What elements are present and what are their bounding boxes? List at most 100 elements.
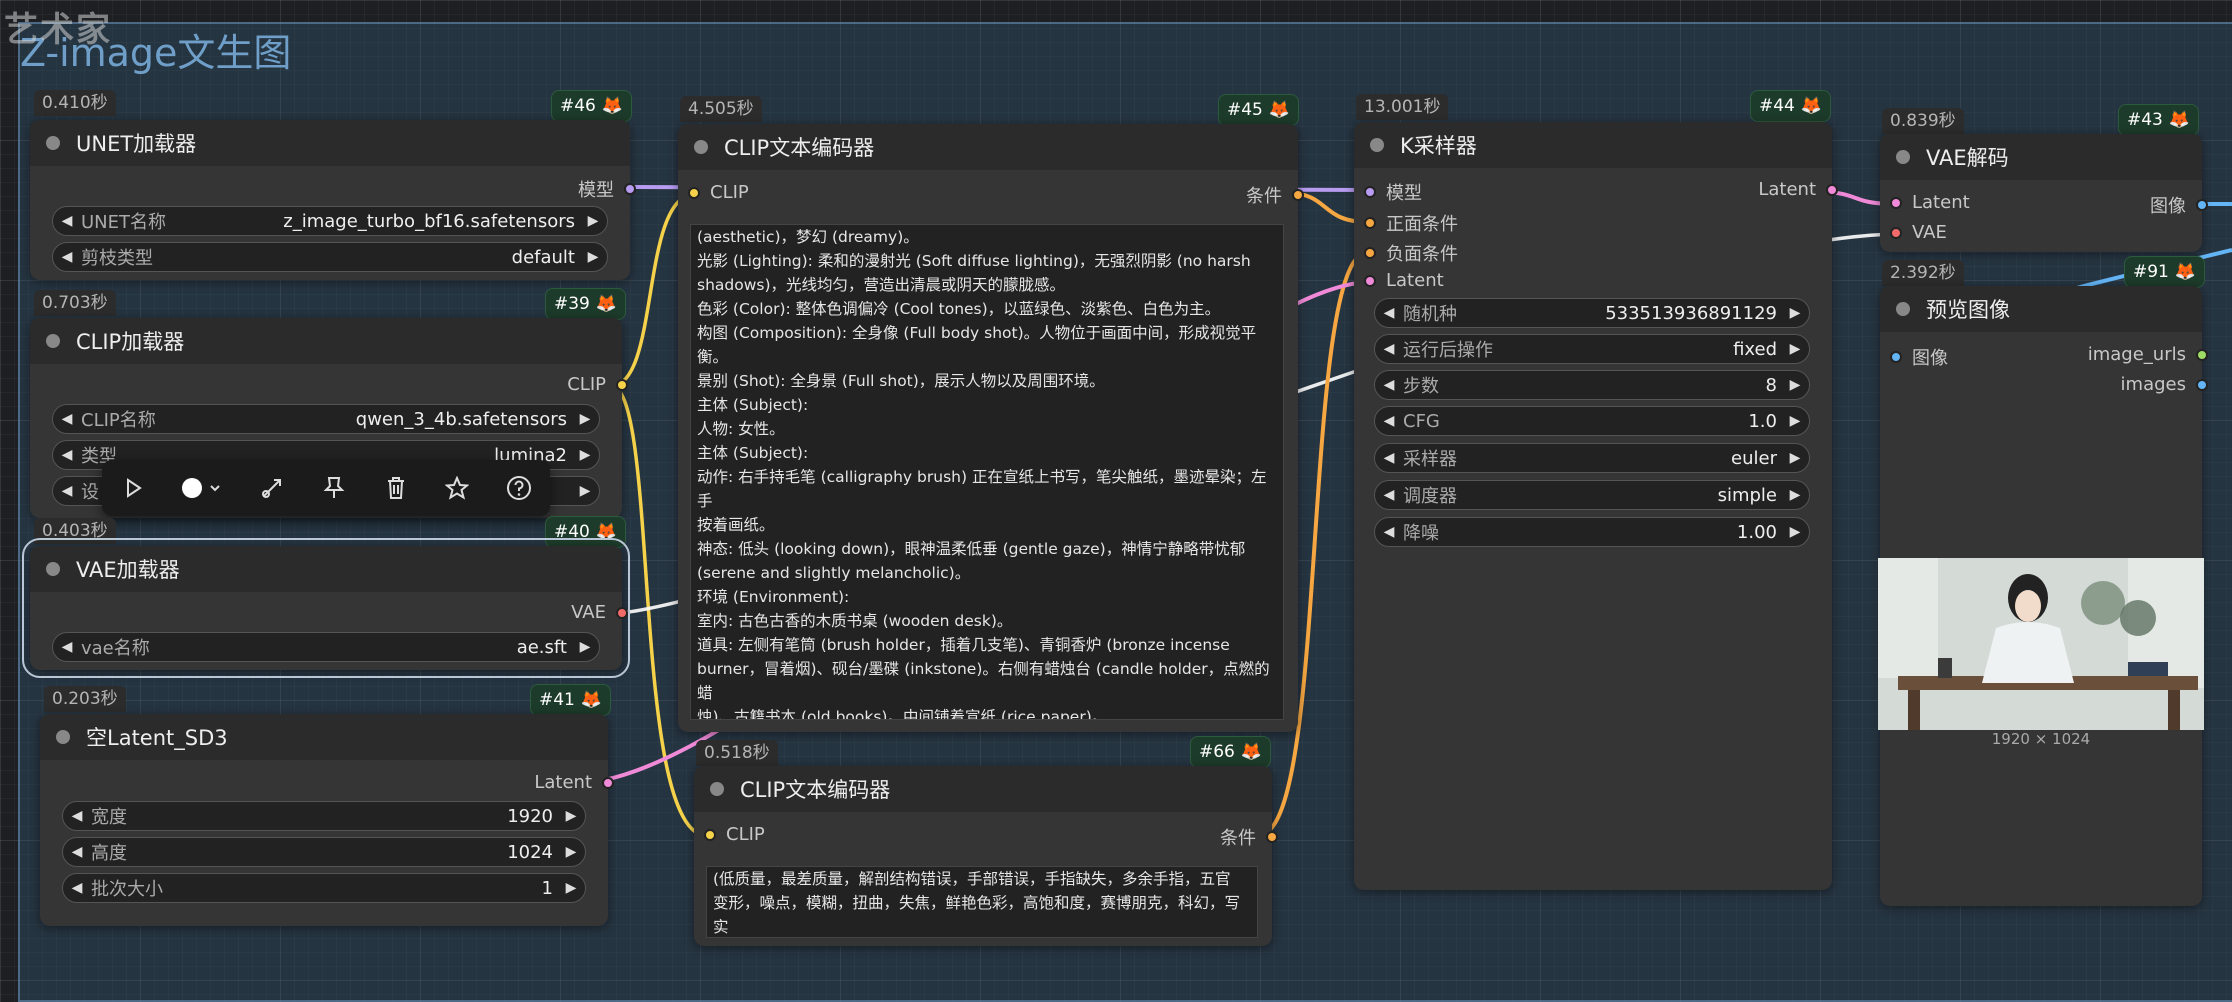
- node-status-dot[interactable]: [710, 782, 724, 796]
- left-arrow-icon: ◀: [1383, 305, 1395, 321]
- output-port-clip[interactable]: [616, 378, 628, 391]
- widget-denoise[interactable]: ◀ 降噪 1.00 ▶: [1374, 517, 1810, 547]
- output-port-image[interactable]: [2196, 199, 2208, 211]
- node-status-dot[interactable]: [56, 730, 70, 744]
- play-icon[interactable]: [114, 469, 152, 507]
- star-icon[interactable]: [438, 469, 476, 507]
- widget-control-after-generate[interactable]: ◀ 运行后操作 fixed ▶: [1374, 334, 1810, 364]
- trash-icon[interactable]: [377, 469, 415, 507]
- output-port-vae[interactable]: [616, 606, 628, 619]
- output-port-images[interactable]: [2196, 378, 2208, 391]
- node-id-badge: #40 🦊: [545, 516, 627, 548]
- output-label-clip: CLIP: [567, 374, 606, 395]
- prompt-textarea[interactable]: (aesthetic)，梦幻 (dreamy)。 光影 (Lighting): 柔…: [690, 224, 1284, 720]
- prompt-line: 神态: 低头 (looking down)，眼神温柔低垂 (gentle gaz…: [697, 540, 1246, 558]
- right-arrow-icon: ▶: [1789, 413, 1801, 429]
- empty-latent-node[interactable]: 空Latent_SD3 Latent ◀ 宽度 1920 ▶ ◀ 高度 1024 ▶ ◀ 批次…: [40, 714, 614, 926]
- input-port-latent[interactable]: [1890, 196, 1902, 209]
- node-status-dot[interactable]: [46, 136, 60, 150]
- node-title: UNET加载器: [76, 132, 197, 156]
- input-port-negative[interactable]: [1364, 247, 1376, 259]
- input-port-clip[interactable]: [688, 186, 700, 199]
- node-time: 0.839秒: [1882, 108, 1964, 134]
- node-status-dot[interactable]: [694, 140, 708, 154]
- right-arrow-icon: ▶: [565, 880, 577, 896]
- widget-batch-size[interactable]: ◀ 批次大小 1 ▶: [62, 873, 586, 903]
- input-label-clip: CLIP: [726, 824, 765, 845]
- right-arrow-icon: ▶: [579, 639, 591, 655]
- fox-emoji-icon: 🦊: [1268, 100, 1291, 120]
- left-arrow-icon: ◀: [1383, 377, 1395, 393]
- vae-loader-node[interactable]: VAE加载器 VAE ◀ vae名称 ae.sft ▶: [22, 538, 630, 678]
- widget-width[interactable]: ◀ 宽度 1920 ▶: [62, 801, 586, 831]
- widget-height[interactable]: ◀ 高度 1024 ▶: [62, 837, 586, 867]
- prompt-line: 环境 (Environment):: [697, 588, 850, 606]
- input-port-clip[interactable]: [704, 828, 716, 841]
- node-status-dot[interactable]: [46, 562, 60, 576]
- widget-weight-dtype[interactable]: ◀ 剪枝类型 default ▶: [52, 242, 608, 272]
- fox-emoji-icon: 🦊: [1800, 96, 1823, 116]
- vae-decode-node[interactable]: VAE解码 Latent VAE 图像: [1880, 134, 2208, 252]
- widget-vae-name[interactable]: ◀ vae名称 ae.sft ▶: [52, 632, 600, 662]
- node-time: 2.392秒: [1882, 260, 1964, 286]
- right-arrow-icon: ▶: [1789, 524, 1801, 540]
- node-id-badge: #43 🦊: [2118, 104, 2200, 136]
- output-label-latent: Latent: [1758, 179, 1816, 200]
- widget-steps[interactable]: ◀ 步数 8 ▶: [1374, 370, 1810, 400]
- input-port-vae[interactable]: [1890, 226, 1902, 239]
- node-id-badge: #45 🦊: [1218, 94, 1300, 126]
- clip-text-encode-positive-node[interactable]: CLIP文本编码器 CLIP 条件 (aesthetic)，梦幻 (dreamy…: [678, 124, 1304, 732]
- prompt-line: burner，冒着烟)、砚台/墨碟 (inkstone)。右侧有蜡烛台 (can…: [697, 660, 1270, 702]
- left-arrow-icon: ◀: [61, 213, 73, 229]
- help-icon[interactable]: [500, 469, 538, 507]
- output-port-image-urls[interactable]: [2196, 348, 2208, 361]
- right-arrow-icon: ▶: [1789, 487, 1801, 503]
- widget-cfg[interactable]: ◀ CFG 1.0 ▶: [1374, 406, 1810, 436]
- fox-emoji-icon: 🦊: [2168, 110, 2191, 130]
- node-time: 0.518秒: [696, 740, 778, 766]
- ksampler-node[interactable]: K采样器 模型 正面条件 负面条件 Latent Latent ◀ 随机种 5335…: [1354, 122, 1838, 890]
- node-status-dot[interactable]: [1896, 150, 1910, 164]
- widget-clip-name[interactable]: ◀ CLIP名称 qwen_3_4b.safetensors ▶: [52, 404, 600, 434]
- bypass-icon[interactable]: [253, 469, 291, 507]
- input-label-clip: CLIP: [710, 182, 749, 203]
- right-arrow-icon: ▶: [587, 249, 599, 265]
- widget-unet-name[interactable]: ◀ UNET名称 z_image_turbo_bf16.safetensors ▶: [52, 206, 608, 236]
- output-port-latent[interactable]: [602, 776, 614, 789]
- left-arrow-icon: ◀: [1383, 413, 1395, 429]
- output-port-conditioning[interactable]: [1266, 831, 1278, 843]
- node-title: K采样器: [1400, 134, 1477, 158]
- widget-seed[interactable]: ◀ 随机种 533513936891129 ▶: [1374, 298, 1810, 328]
- node-status-dot[interactable]: [46, 334, 60, 348]
- node-status-dot[interactable]: [1370, 138, 1384, 152]
- node-selection-toolbar: [102, 460, 550, 516]
- output-port-model[interactable]: [624, 183, 636, 195]
- input-port-images[interactable]: [1890, 351, 1902, 363]
- right-arrow-icon: ▶: [579, 411, 591, 427]
- left-arrow-icon: ◀: [71, 808, 83, 824]
- left-arrow-icon: ◀: [61, 411, 73, 427]
- prompt-line: 人物: 女性。: [697, 420, 785, 438]
- color-picker-icon[interactable]: [176, 469, 230, 507]
- prompt-line: 道具: 左侧有笔筒 (brush holder，插着几支笔)、青铜香炉 (bro…: [697, 636, 1230, 654]
- generated-image-preview[interactable]: [1878, 558, 2204, 730]
- widget-sampler[interactable]: ◀ 采样器 euler ▶: [1374, 443, 1810, 473]
- output-port-conditioning[interactable]: [1292, 189, 1304, 201]
- output-port-latent[interactable]: [1826, 183, 1838, 196]
- unet-loader-node[interactable]: UNET加载器 模型 ◀ UNET名称 z_image_turbo_bf16.saf…: [30, 120, 636, 280]
- input-port-latent[interactable]: [1364, 274, 1376, 287]
- node-id-badge: #39 🦊: [545, 288, 627, 320]
- pin-icon[interactable]: [315, 469, 353, 507]
- clip-text-encode-negative-node[interactable]: CLIP文本编码器 CLIP 条件 (低质量，最差质量，解剖结构错误，手部错误，…: [694, 766, 1278, 946]
- right-arrow-icon: ▶: [587, 213, 599, 229]
- node-title: 预览图像: [1926, 298, 2010, 322]
- prompt-line: 主体 (Subject):: [697, 396, 809, 414]
- input-port-model[interactable]: [1364, 186, 1376, 198]
- widget-scheduler[interactable]: ◀ 调度器 simple ▶: [1374, 480, 1810, 510]
- prompt-line: 动作: 右手持毛笔 (calligraphy brush) 正在宣纸上书写，笔尖…: [697, 468, 1267, 510]
- input-port-positive[interactable]: [1364, 217, 1376, 229]
- output-label-image: 图像: [2150, 196, 2186, 217]
- prompt-line: 景别 (Shot): 全身景 (Full shot)，展示人物以及周围环境。: [697, 372, 1105, 390]
- node-status-dot[interactable]: [1896, 302, 1910, 316]
- negative-prompt-textarea[interactable]: (低质量，最差质量，解剖结构错误，手部错误，手指缺失，多余手指，五官 变形，噪点，…: [706, 866, 1258, 938]
